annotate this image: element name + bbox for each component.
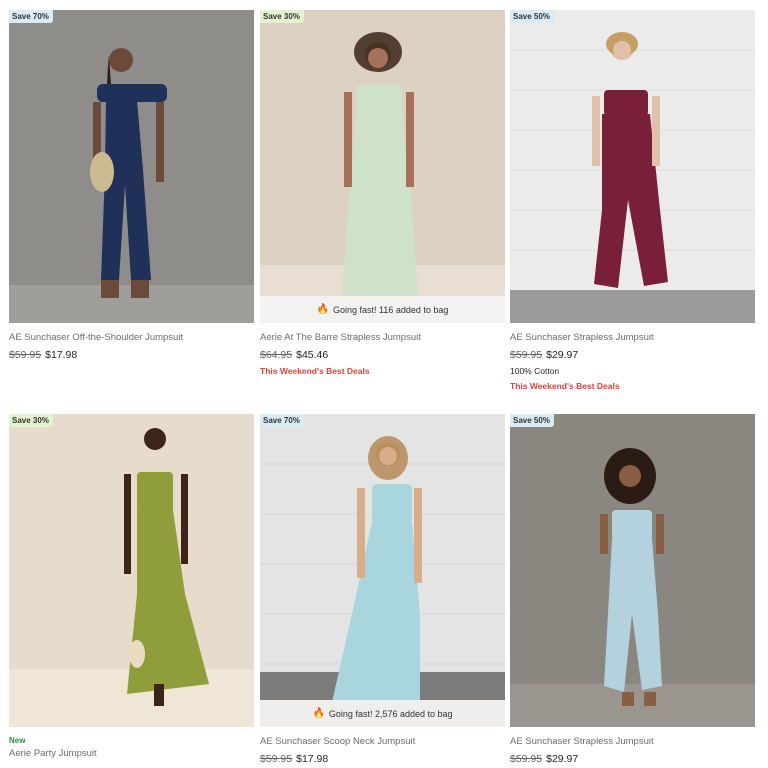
going-fast-text: Going fast! 116 added to bag (333, 304, 449, 315)
price-row: $59.95 $29.97 (510, 348, 755, 362)
product-grid: Save 70% AE Sunchaser Off-the-Shoulder J… (0, 0, 768, 768)
going-fast-banner: 🔥 Going fast! 2,576 added to bag (260, 700, 505, 727)
flame-icon: 🔥 (312, 708, 325, 719)
product-image[interactable]: Save 70% (9, 10, 254, 323)
discount-badge: Save 30% (260, 10, 304, 23)
going-fast-banner: 🔥 Going fast! 116 added to bag (260, 296, 505, 323)
original-price: $59.95 (9, 349, 42, 361)
original-price: $59.95 (260, 753, 293, 765)
price-row: $59.95 $29.97 (510, 752, 755, 766)
product-card[interactable]: Save 70% AE Sunchaser Off-the-Shoulder J… (9, 10, 254, 362)
promo-label: This Weekend's Best Deals (510, 381, 620, 391)
discount-badge: Save 30% (9, 414, 53, 427)
product-image[interactable]: Save 50% (510, 414, 755, 727)
product-name[interactable]: AE Sunchaser Scoop Neck Jumpsuit (260, 736, 505, 748)
original-price: $59.95 (510, 753, 543, 765)
product-name[interactable]: Aerie At The Barre Strapless Jumpsuit (260, 332, 505, 344)
product-card[interactable]: Save 50% AE Sunchaser Strapless Jumpsuit… (510, 10, 755, 392)
price-row: $59.95 $17.98 (260, 752, 505, 766)
sale-price: $17.98 (45, 349, 78, 361)
product-image[interactable]: Save 50% (510, 10, 755, 323)
sale-price: $17.98 (296, 753, 329, 765)
product-card[interactable]: Save 30% 🔥 Going fast! 116 added to bag … (260, 10, 505, 377)
sale-price: $29.97 (546, 753, 579, 765)
original-price: $64.95 (260, 349, 293, 361)
going-fast-text: Going fast! 2,576 added to bag (328, 708, 453, 719)
product-image[interactable]: Save 30% (9, 414, 254, 727)
sale-price: $45.46 (296, 349, 329, 361)
discount-badge: Save 70% (260, 414, 304, 427)
product-name[interactable]: AE Sunchaser Strapless Jumpsuit (510, 332, 755, 344)
price-row: $59.95 $17.98 (9, 348, 254, 362)
material-label: 100% Cotton (510, 366, 560, 376)
product-card[interactable]: Save 50% AE Sunchaser Strapless Jumpsuit… (510, 414, 755, 766)
flame-icon: 🔥 (316, 304, 329, 315)
discount-badge: Save 70% (9, 10, 53, 23)
product-name[interactable]: AE Sunchaser Off-the-Shoulder Jumpsuit (9, 332, 254, 344)
product-card[interactable]: Save 30% New Aerie Party Jumpsuit (9, 414, 254, 760)
new-label: New (9, 736, 26, 745)
sale-price: $29.97 (546, 349, 579, 361)
price-row: $64.95 $45.46 (260, 348, 505, 362)
product-card[interactable]: Save 70% 🔥 Going fast! 2,576 added to ba… (260, 414, 505, 766)
original-price: $59.95 (510, 349, 543, 361)
product-name[interactable]: AE Sunchaser Strapless Jumpsuit (510, 736, 755, 748)
discount-badge: Save 50% (510, 414, 554, 427)
product-image[interactable]: Save 70% 🔥 Going fast! 2,576 added to ba… (260, 414, 505, 727)
promo-label: This Weekend's Best Deals (260, 366, 370, 376)
product-image[interactable]: Save 30% 🔥 Going fast! 116 added to bag (260, 10, 505, 323)
product-name[interactable]: Aerie Party Jumpsuit (9, 748, 254, 760)
discount-badge: Save 50% (510, 10, 554, 23)
